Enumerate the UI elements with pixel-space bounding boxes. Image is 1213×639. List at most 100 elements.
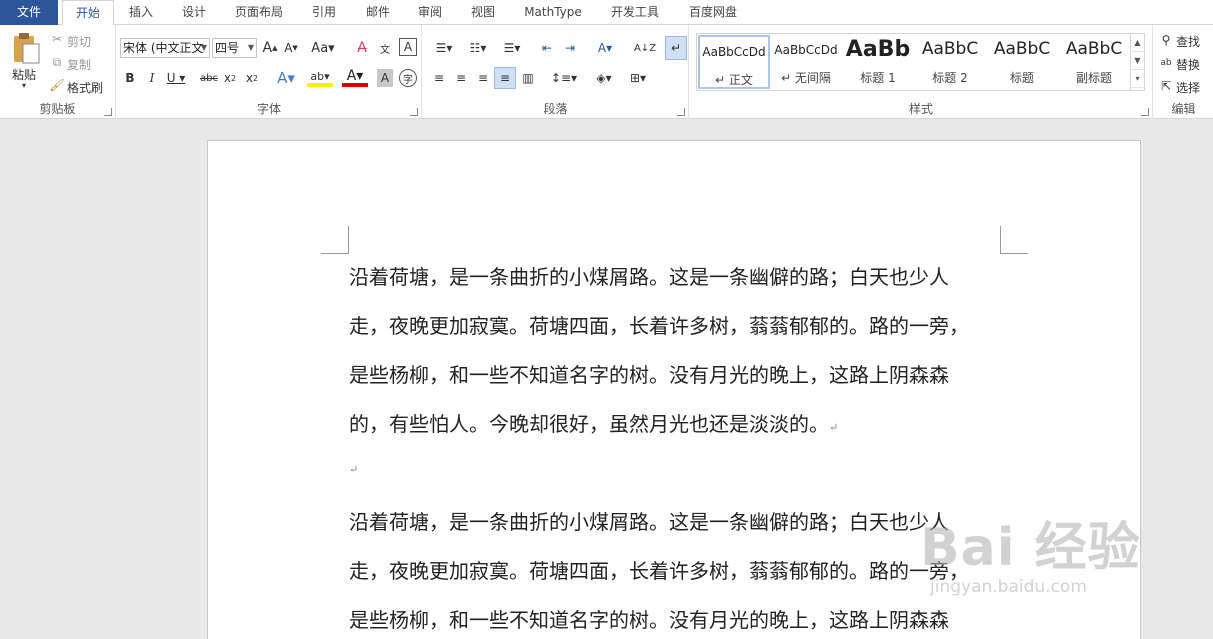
show-hide-marks-icon[interactable]: ↵ — [665, 36, 687, 60]
strikethrough-icon[interactable]: abc — [199, 69, 219, 87]
paste-dropdown-icon[interactable]: ▾ — [22, 81, 26, 90]
chevron-down-icon: ▼ — [200, 43, 207, 52]
text-line: 沿着荷塘，是一条曲折的小煤屑路。这是一条幽僻的路；白天也少人 — [349, 265, 949, 289]
align-right-icon[interactable]: ≡ — [473, 69, 493, 87]
tab-mailings[interactable]: 邮件 — [356, 0, 400, 25]
tab-home[interactable]: 开始 — [62, 0, 114, 26]
bullets-icon[interactable]: ☰▾ — [429, 38, 459, 58]
paragraph-launcher-icon[interactable] — [677, 108, 685, 116]
paragraph-group-label: 段落 — [543, 102, 568, 116]
replace-icon[interactable]: ab — [1158, 56, 1174, 70]
ribbon: 粘贴 ▾ ✂ 剪切 ⧉ 复制 🖌 格式刷 剪贴板 宋体 (中文正文 ▼ 四号 ▼ A… — [0, 25, 1213, 119]
font-size-value: 四号 — [215, 41, 240, 55]
tab-view[interactable]: 视图 — [461, 0, 505, 25]
font-group: 宋体 (中文正文 ▼ 四号 ▼ A ▲ A ▼ Aa▾ A̶ 文 A B I U ▾ a… — [117, 25, 422, 119]
find-button[interactable]: 查找 — [1176, 33, 1200, 50]
clipboard-launcher-icon[interactable] — [104, 108, 112, 116]
replace-button[interactable]: 替换 — [1176, 56, 1200, 73]
italic-icon[interactable]: I — [144, 69, 160, 87]
chinese-layout-icon[interactable]: A▾ — [590, 38, 620, 58]
text-line: 走，夜晚更加寂寞。荷塘四面，长着许多树，蓊蓊郁郁的。路的一旁， — [349, 559, 969, 583]
tab-design[interactable]: 设计 — [171, 0, 217, 25]
paragraph-mark-icon: ↵ — [829, 421, 839, 434]
clipboard-group-label: 剪贴板 — [39, 102, 76, 116]
sort-icon[interactable]: A↓Z — [634, 38, 656, 58]
styles-more-icon[interactable]: ▾ — [1131, 70, 1144, 88]
text-effects-icon[interactable]: A▾ — [273, 69, 299, 87]
borders-icon[interactable]: ⊞▾ — [623, 69, 653, 87]
styles-scroll-up-icon[interactable]: ▲ — [1131, 34, 1144, 52]
justify-icon[interactable]: ≡ — [494, 67, 516, 89]
increase-indent-icon[interactable]: ⇥ — [560, 38, 580, 58]
tab-baidu-netdisk[interactable]: 百度网盘 — [680, 0, 746, 25]
shading-icon[interactable]: ◈▾ — [589, 69, 619, 87]
styles-scroll: ▲ ▼ ▾ — [1130, 34, 1144, 90]
change-case-icon[interactable]: Aa▾ — [309, 38, 337, 58]
styles-launcher-icon[interactable] — [1141, 108, 1149, 116]
line-spacing-icon[interactable]: ↕≡▾ — [549, 69, 579, 87]
align-left-icon[interactable]: ≡ — [429, 69, 449, 87]
paragraph-group: ☰▾ ☷▾ ☰▾ ⇤ ⇥ A▾ A↓Z ↵ ≡ ≡ ≡ ≡ ▥ ↕≡▾ ◈▾ ⊞… — [423, 25, 689, 119]
text-line: 沿着荷塘，是一条曲折的小煤屑路。这是一条幽僻的路；白天也少人 — [349, 510, 949, 534]
paragraph-2[interactable]: 沿着荷塘，是一条曲折的小煤屑路。这是一条幽僻的路；白天也少人 走，夜晚更加寂寞。… — [349, 498, 1009, 639]
style-title[interactable]: AaBbC 标题 — [986, 35, 1058, 89]
numbering-icon[interactable]: ☷▾ — [463, 38, 493, 58]
tab-mathtype[interactable]: MathType — [515, 0, 591, 25]
tab-page-layout[interactable]: 页面布局 — [228, 0, 290, 25]
style-normal[interactable]: AaBbCcDd ↵ 正文 — [698, 35, 770, 89]
cut-button[interactable]: 剪切 — [67, 33, 91, 50]
style-preview: AaBbCcDd — [702, 45, 766, 59]
subscript-icon[interactable]: x2 — [221, 69, 239, 87]
text-line: 是些杨柳，和一些不知道名字的树。没有月光的晚上，这路上阴森森 — [349, 608, 949, 632]
grow-font-icon[interactable]: A ▲ — [261, 38, 279, 58]
tab-file[interactable]: 文件 — [0, 0, 58, 25]
tab-insert[interactable]: 插入 — [118, 0, 164, 25]
format-painter-button[interactable]: 格式刷 — [67, 79, 103, 96]
chevron-down-icon: ▼ — [247, 43, 254, 52]
tab-review[interactable]: 审阅 — [408, 0, 452, 25]
style-subtitle[interactable]: AaBbC 副标题 — [1058, 35, 1130, 89]
style-preview: AaBb — [845, 37, 911, 62]
binoculars-icon[interactable]: ⚲ — [1158, 33, 1174, 47]
shrink-font-icon[interactable]: A ▼ — [282, 38, 300, 58]
character-border-icon[interactable]: A — [399, 38, 417, 56]
text-line: 走，夜晚更加寂寞。荷塘四面，长着许多树，蓊蓊郁郁的。路的一旁， — [349, 314, 969, 338]
styles-group-label: 样式 — [908, 102, 933, 116]
distributed-icon[interactable]: ▥ — [518, 69, 538, 87]
cut-icon[interactable]: ✂ — [50, 32, 64, 46]
font-color-icon[interactable]: A▾ — [342, 68, 368, 87]
style-no-spacing[interactable]: AaBbCcDd ↵ 无间隔 — [770, 35, 842, 89]
underline-icon[interactable]: U ▾ — [165, 69, 187, 87]
cursor-icon[interactable]: ⇱ — [1158, 79, 1174, 93]
clipboard-group: 粘贴 ▾ ✂ 剪切 ⧉ 复制 🖌 格式刷 剪贴板 — [0, 25, 116, 119]
margin-corner-top-right — [1000, 226, 1028, 254]
styles-gallery: AaBbCcDd ↵ 正文 AaBbCcDd ↵ 无间隔 AaBb 标题 1 A… — [696, 33, 1145, 91]
phonetic-guide-icon[interactable]: 文 — [375, 38, 395, 58]
empty-paragraph[interactable]: ↵ — [349, 454, 1009, 482]
character-shading-icon[interactable]: A — [377, 69, 393, 87]
font-launcher-icon[interactable] — [410, 108, 418, 116]
copy-button[interactable]: 复制 — [67, 56, 91, 73]
copy-icon[interactable]: ⧉ — [50, 55, 64, 69]
decrease-indent-icon[interactable]: ⇤ — [537, 38, 557, 58]
font-size-select[interactable]: 四号 ▼ — [212, 38, 257, 58]
style-heading-1[interactable]: AaBb 标题 1 — [842, 35, 914, 89]
align-center-icon[interactable]: ≡ — [451, 69, 471, 87]
styles-scroll-down-icon[interactable]: ▼ — [1131, 52, 1144, 70]
tab-references[interactable]: 引用 — [302, 0, 346, 25]
watermark-logo: Bai 经验 — [920, 518, 1141, 578]
style-heading-2[interactable]: AaBbC 标题 2 — [914, 35, 986, 89]
highlight-color-icon[interactable]: ab▾ — [307, 69, 333, 87]
superscript-icon[interactable]: x2 — [243, 69, 261, 87]
paste-icon[interactable] — [8, 31, 44, 65]
select-button[interactable]: 选择 — [1176, 79, 1200, 96]
tab-developer[interactable]: 开发工具 — [602, 0, 668, 25]
bold-icon[interactable]: B — [122, 69, 138, 87]
format-painter-icon[interactable]: 🖌 — [49, 78, 64, 92]
clear-formatting-icon[interactable]: A̶ — [352, 38, 372, 58]
font-name-select[interactable]: 宋体 (中文正文 ▼ — [120, 38, 210, 58]
multilevel-list-icon[interactable]: ☰▾ — [497, 38, 527, 58]
paragraph-1[interactable]: 沿着荷塘，是一条曲折的小煤屑路。这是一条幽僻的路；白天也少人 走，夜晚更加寂寞。… — [349, 253, 1009, 452]
margin-corner-top-left — [321, 226, 349, 254]
enclose-characters-icon[interactable]: 字 — [399, 69, 417, 87]
